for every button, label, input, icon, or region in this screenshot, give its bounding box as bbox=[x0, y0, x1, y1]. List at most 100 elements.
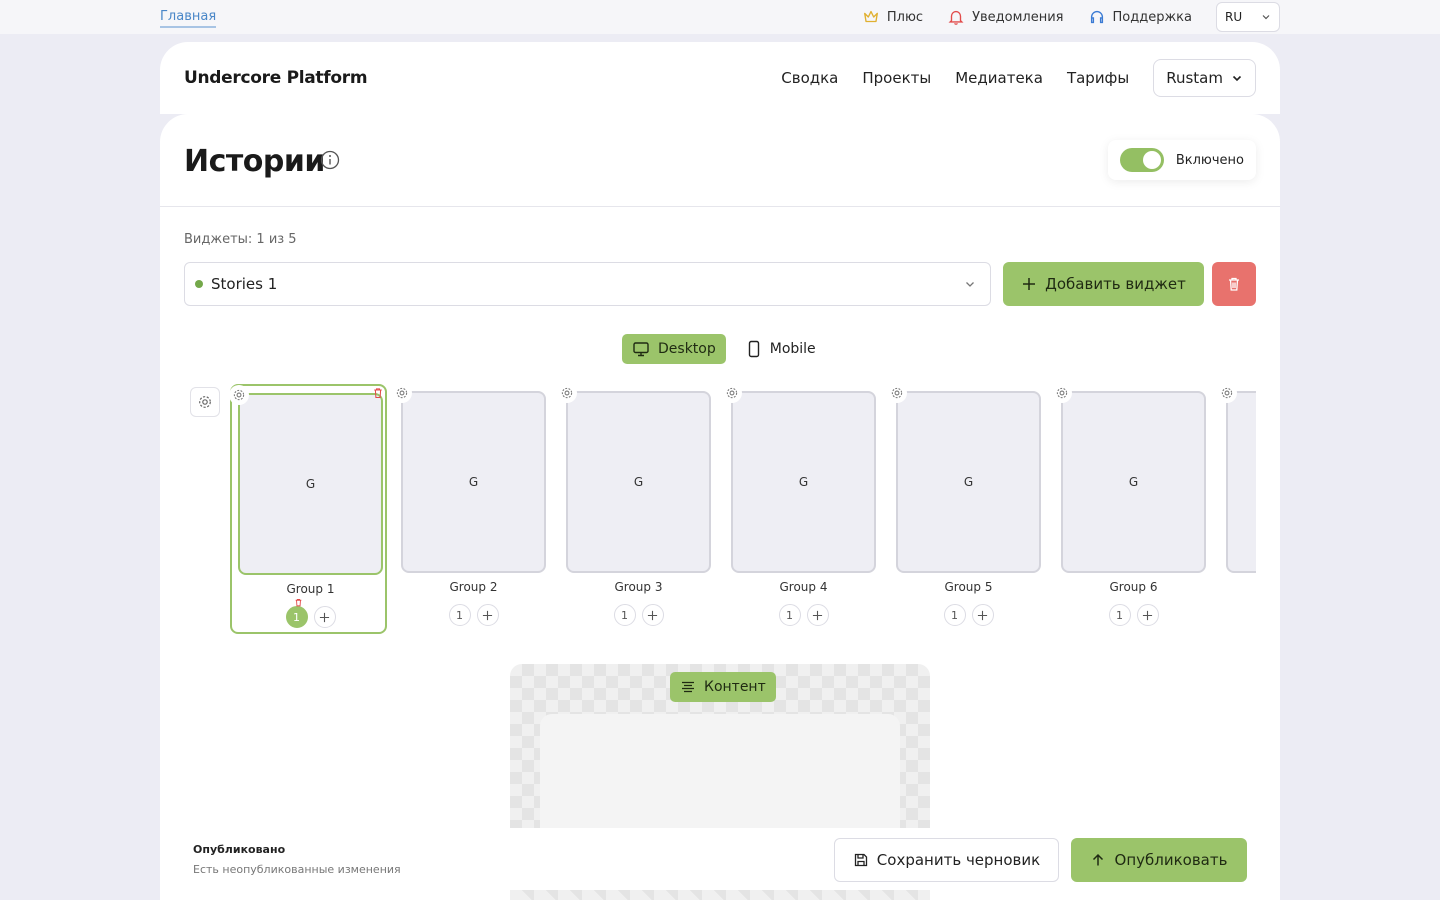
group-card-partial[interactable] bbox=[1217, 384, 1256, 634]
add-story-button[interactable] bbox=[806, 604, 829, 626]
arrow-up-icon bbox=[1092, 853, 1103, 866]
user-menu-button[interactable]: Rustam bbox=[1153, 59, 1256, 97]
page-title: Истории bbox=[184, 144, 325, 179]
notifications-link[interactable]: Уведомления bbox=[947, 8, 1064, 26]
group-settings-button[interactable] bbox=[230, 385, 249, 405]
group-thumbnail[interactable]: G bbox=[731, 391, 876, 573]
add-story-button[interactable] bbox=[313, 606, 336, 628]
crown-icon bbox=[863, 10, 878, 23]
group-settings-button[interactable] bbox=[887, 384, 907, 403]
phone-icon bbox=[748, 340, 759, 358]
chevron-down-icon bbox=[966, 282, 974, 287]
publish-footer: Опубликовано Есть неопубликованные измен… bbox=[160, 828, 1280, 890]
group-settings-button[interactable] bbox=[557, 384, 577, 403]
plus-icon bbox=[647, 610, 658, 620]
story-number: 1 bbox=[1116, 608, 1123, 622]
nav-plans[interactable]: Тарифы bbox=[1067, 69, 1129, 87]
home-link[interactable]: Главная bbox=[160, 9, 217, 28]
divider bbox=[160, 206, 1280, 207]
device-mobile-label: Mobile bbox=[769, 341, 816, 357]
app-logo[interactable]: Undercore Platform bbox=[184, 68, 368, 88]
add-story-button[interactable] bbox=[476, 604, 499, 626]
group-thumbnail[interactable]: G bbox=[238, 393, 383, 575]
story-bubble[interactable]: 1 bbox=[1108, 604, 1131, 626]
language-select[interactable]: RU bbox=[1216, 2, 1280, 32]
publish-status: Опубликовано bbox=[193, 843, 286, 856]
gear-icon bbox=[891, 387, 903, 399]
group-card[interactable]: G Group 4 1 bbox=[722, 384, 882, 634]
group-stories: 1 bbox=[232, 598, 389, 628]
app-header: Undercore Platform Сводка Проекты Медиат… bbox=[160, 42, 1280, 114]
add-widget-button[interactable]: Добавить виджет bbox=[1003, 262, 1204, 306]
group-thumbnail[interactable]: G bbox=[566, 391, 711, 573]
save-draft-button[interactable]: Сохранить черновик bbox=[834, 838, 1059, 882]
story-bubble[interactable]: 1 bbox=[285, 598, 308, 628]
group-thumbnail[interactable]: G bbox=[896, 391, 1041, 573]
device-mobile-button[interactable]: Mobile bbox=[736, 334, 826, 364]
plus-label: Плюс bbox=[886, 9, 924, 25]
delete-widget-button[interactable] bbox=[1212, 262, 1256, 306]
content-button[interactable]: Контент bbox=[670, 672, 776, 702]
group-thumbnail[interactable]: G bbox=[1061, 391, 1206, 573]
group-label: Group 2 bbox=[449, 580, 498, 594]
group-settings-button[interactable] bbox=[1052, 384, 1072, 403]
info-icon[interactable] bbox=[320, 150, 340, 170]
monitor-icon bbox=[633, 342, 649, 357]
trash-icon bbox=[1229, 277, 1239, 291]
group-card[interactable]: G Group 6 1 bbox=[1052, 384, 1212, 634]
group-card[interactable]: G Group 5 1 bbox=[887, 384, 1047, 634]
group-card[interactable]: G Group 1 1 bbox=[230, 384, 387, 634]
support-link[interactable]: Поддержка bbox=[1088, 8, 1193, 26]
story-bubble[interactable]: 1 bbox=[448, 604, 471, 626]
group-thumbnail[interactable] bbox=[1226, 391, 1256, 573]
story-bubble[interactable]: 1 bbox=[943, 604, 966, 626]
nav-projects[interactable]: Проекты bbox=[862, 69, 931, 87]
add-story-button[interactable] bbox=[641, 604, 664, 626]
plus-icon bbox=[977, 610, 988, 620]
gear-icon bbox=[1056, 387, 1068, 399]
add-story-button[interactable] bbox=[971, 604, 994, 626]
add-widget-label: Добавить виджет bbox=[1045, 275, 1186, 293]
enabled-toggle-card: Включено bbox=[1108, 140, 1256, 180]
gear-icon bbox=[199, 396, 211, 408]
plus-icon bbox=[482, 610, 493, 620]
widgets-count: Виджеты: 1 из 5 bbox=[184, 232, 297, 247]
headset-icon bbox=[1090, 11, 1103, 24]
floppy-icon bbox=[854, 853, 867, 867]
group-stories: 1 bbox=[560, 604, 717, 626]
plus-icon bbox=[1142, 610, 1153, 620]
group-thumb-letter: G bbox=[1128, 475, 1139, 489]
device-desktop-button[interactable]: Desktop bbox=[622, 334, 726, 364]
story-bubble[interactable]: 1 bbox=[778, 604, 801, 626]
top-links: Плюс Уведомления Поддержка RU bbox=[862, 0, 1280, 34]
group-thumb-letter: G bbox=[468, 475, 479, 489]
story-bubble[interactable]: 1 bbox=[613, 604, 636, 626]
groups-row: G Group 1 1 G Group 2 1 G Group 3 1 G Gr… bbox=[230, 384, 1256, 644]
group-thumbnail[interactable]: G bbox=[401, 391, 546, 573]
gear-icon bbox=[726, 387, 738, 399]
add-story-button[interactable] bbox=[1136, 604, 1159, 626]
group-settings-button[interactable] bbox=[392, 384, 412, 403]
group-settings-button[interactable] bbox=[1217, 384, 1237, 403]
group-delete-button[interactable] bbox=[369, 384, 387, 402]
support-label: Поддержка bbox=[1112, 9, 1193, 25]
enabled-toggle[interactable] bbox=[1120, 148, 1164, 172]
publish-button[interactable]: Опубликовать bbox=[1071, 838, 1247, 882]
group-thumb-letter: G bbox=[963, 475, 974, 489]
status-dot bbox=[195, 280, 203, 288]
group-thumb-letter: G bbox=[633, 475, 644, 489]
widget-select-value: Stories 1 bbox=[211, 275, 278, 293]
chevron-down-icon bbox=[1262, 15, 1270, 20]
story-number: 1 bbox=[456, 608, 463, 622]
widget-settings-button[interactable] bbox=[190, 387, 220, 417]
group-label: Group 1 bbox=[286, 582, 335, 596]
plus-link[interactable]: Плюс bbox=[862, 8, 923, 26]
nav-summary[interactable]: Сводка bbox=[781, 69, 838, 87]
group-card[interactable]: G Group 3 1 bbox=[557, 384, 717, 634]
widget-select[interactable]: Stories 1 bbox=[184, 262, 991, 306]
group-settings-button[interactable] bbox=[722, 384, 742, 403]
notifications-label: Уведомления bbox=[972, 9, 1064, 25]
group-card[interactable]: G Group 2 1 bbox=[392, 384, 552, 634]
nav-media[interactable]: Медиатека bbox=[955, 69, 1043, 87]
trash-icon[interactable] bbox=[294, 598, 303, 607]
